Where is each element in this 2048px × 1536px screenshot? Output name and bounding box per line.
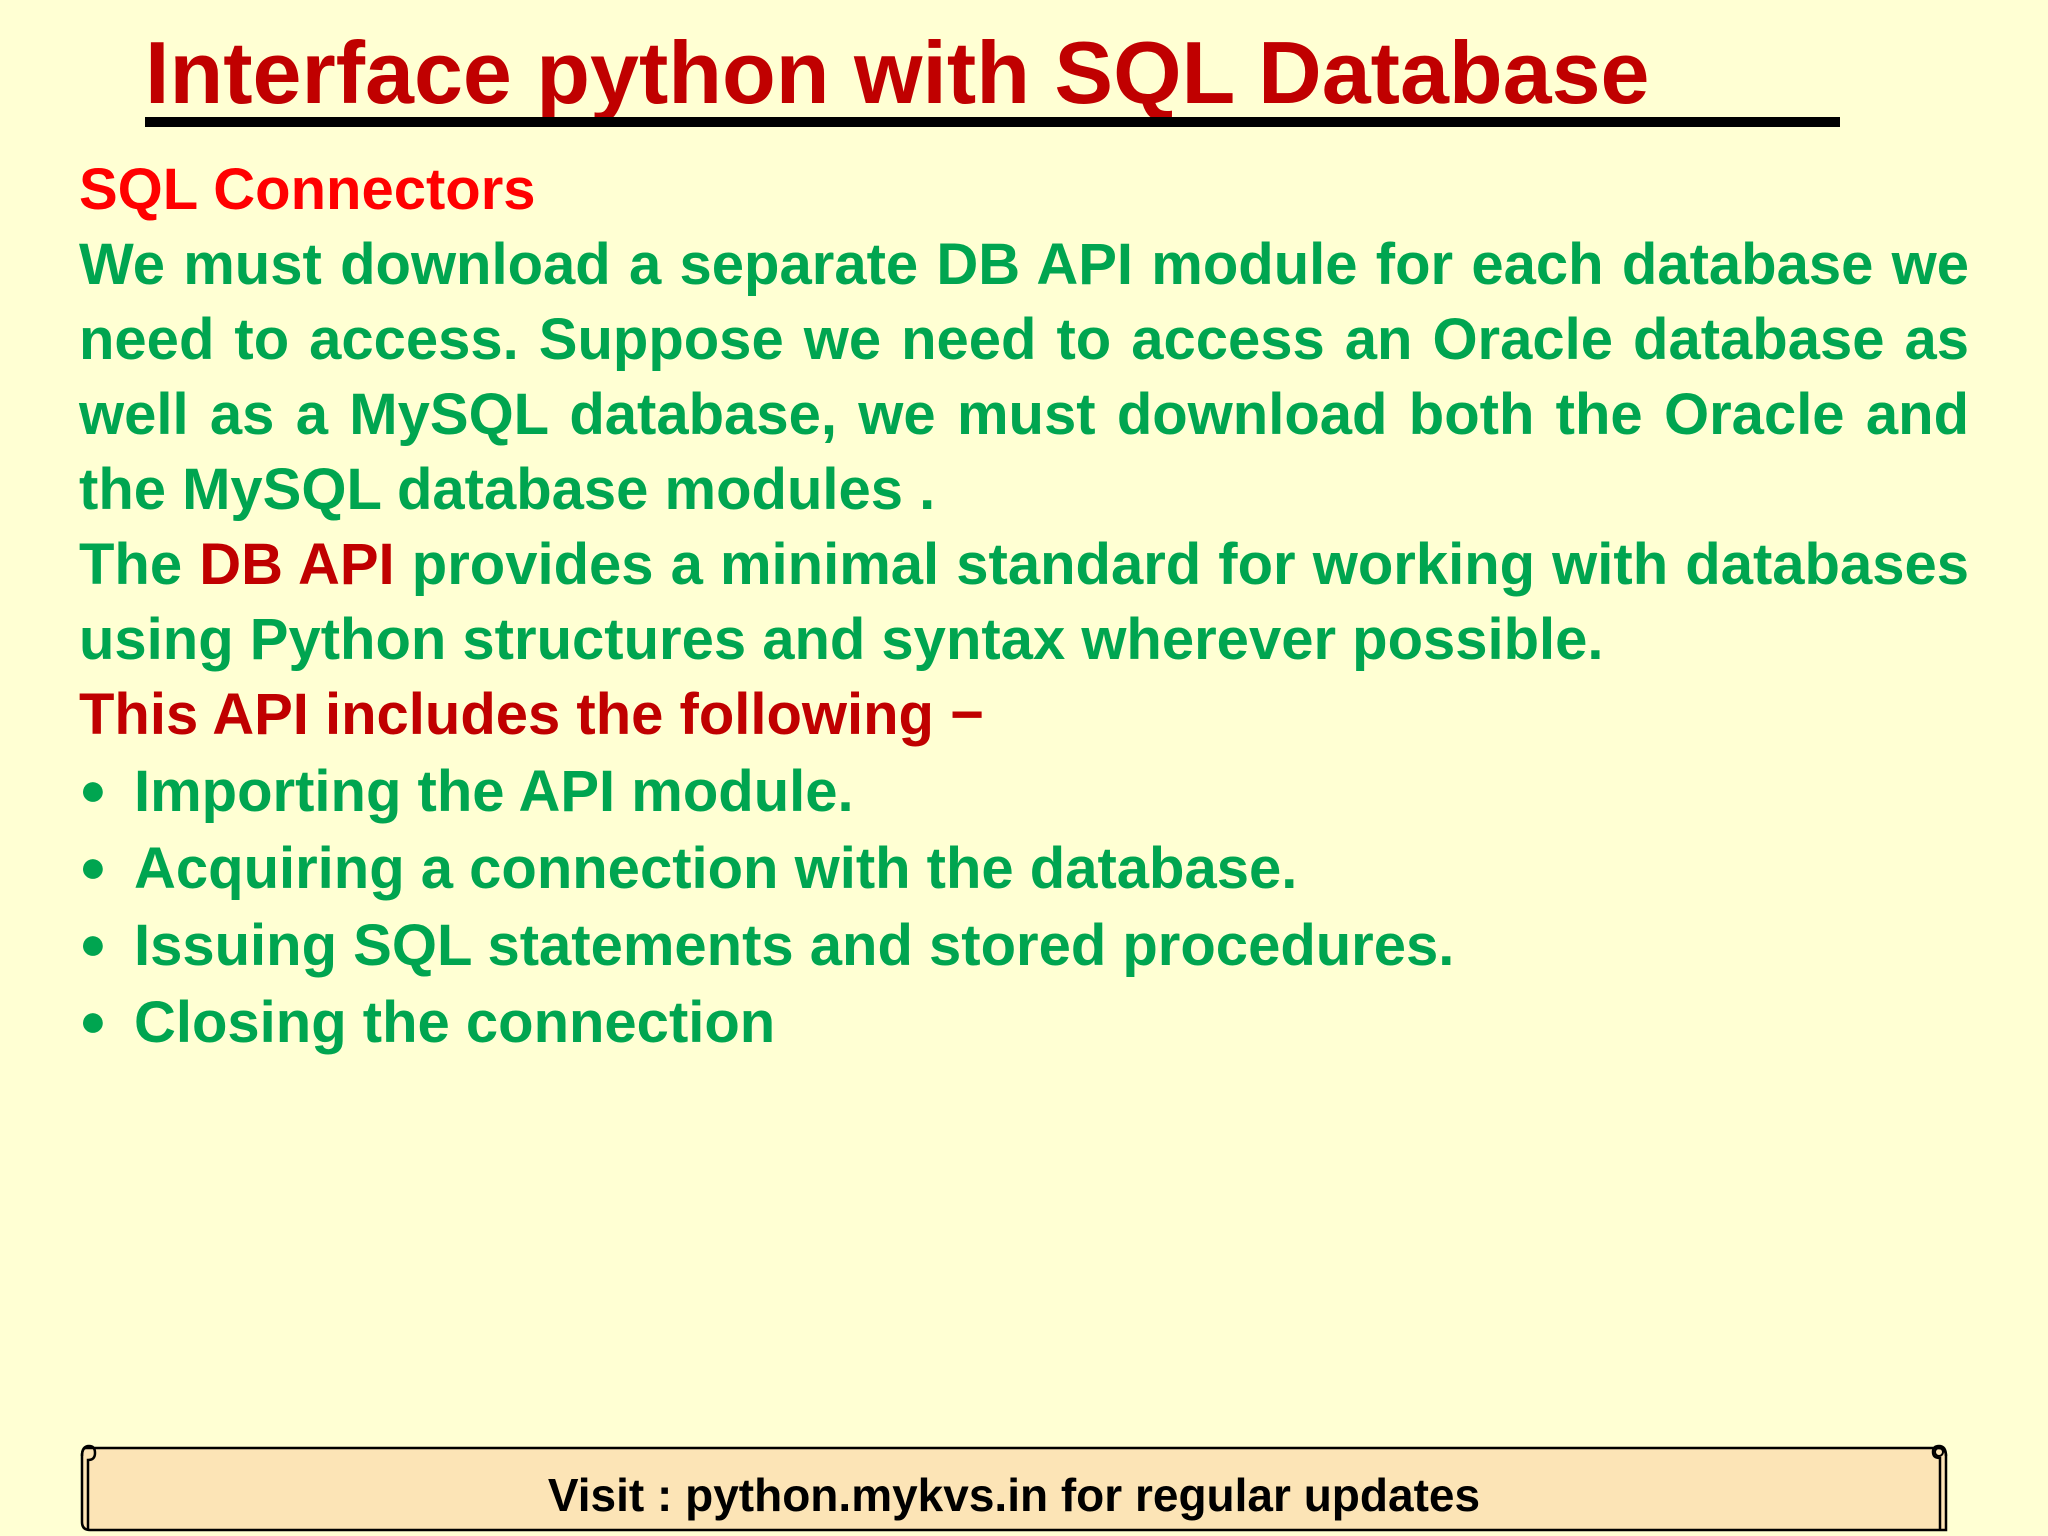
list-item-text: Importing the API module. <box>134 759 854 824</box>
slide-title: Interface python with SQL Database <box>145 23 1650 122</box>
footer-text: Visit : python.mykvs.in for regular upda… <box>547 1469 1481 1521</box>
paragraph-db-api-prefix: The <box>79 532 183 597</box>
section-heading: SQL Connectors <box>79 157 536 222</box>
list-item: ● Acquiring a connection with the databas… <box>79 829 1969 906</box>
list-item-text: Issuing SQL statements and stored proced… <box>134 913 1455 978</box>
list-item-text: Closing the connection <box>134 990 776 1055</box>
db-api-highlight: DB API <box>199 532 395 597</box>
list-item-text: Acquiring a connection with the database… <box>134 836 1298 901</box>
bullet-icon: ● <box>79 994 107 1046</box>
bullet-icon: ● <box>79 840 107 892</box>
footer-banner: Visit : python.mykvs.in for regular upda… <box>76 1444 1952 1532</box>
list-item: ● Closing the connection <box>79 983 1969 1060</box>
paragraph-db-api-standard: The DB API provides a minimal standard f… <box>79 527 1969 677</box>
slide-body: SQL Connectors We must download a separa… <box>79 152 1969 1060</box>
title-underline <box>145 117 1840 127</box>
list-item: ● Importing the API module. <box>79 752 1969 829</box>
bullet-icon: ● <box>79 763 107 815</box>
bullet-icon: ● <box>79 917 107 969</box>
paragraph-db-api-modules: We must download a separate DB API modul… <box>79 232 1969 522</box>
list-item: ● Issuing SQL statements and stored proce… <box>79 906 1969 983</box>
list-heading: This API includes the following − <box>79 682 984 747</box>
api-feature-list: ● Importing the API module. ● Acquiring a … <box>79 752 1969 1060</box>
